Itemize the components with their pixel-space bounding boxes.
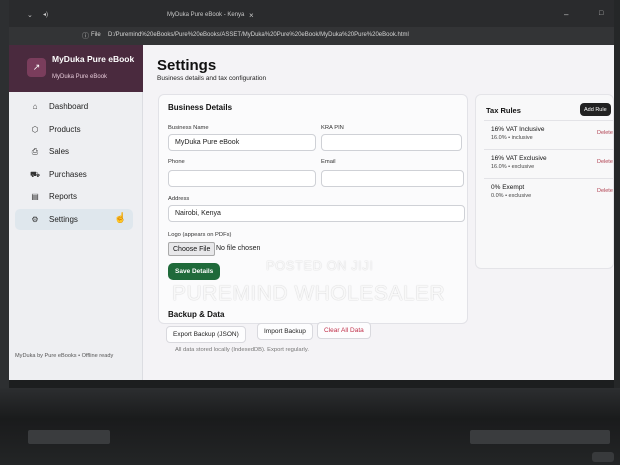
email-label: Email: [321, 159, 336, 165]
brand-header: ↗ MyDuka Pure eBook MyDuka Pure eBook: [9, 45, 143, 92]
watermark-line-1: POSTED ON JIJI: [266, 258, 374, 273]
backup-section-title: Backup & Data: [168, 310, 225, 319]
sidebar-item-reports[interactable]: ▤ Reports: [15, 186, 133, 207]
laptop-bezel-left: [0, 0, 9, 395]
mouse-pointer-icon: ☝: [114, 213, 127, 224]
address-bar[interactable]: ⓘ File D:/Puremind%20eBooks/Pure%20eBook…: [9, 27, 614, 45]
settings-icon: ⚙: [31, 215, 39, 224]
trend-up-icon: ↗: [27, 58, 46, 77]
laptop-badge: [592, 452, 614, 462]
sidebar-item-label: Products: [49, 125, 81, 134]
sidebar-item-label: Reports: [49, 192, 78, 201]
page-title: Settings: [157, 57, 217, 74]
sidebar-item-label: Dashboard: [49, 102, 89, 111]
business-name-field[interactable]: MyDuka Pure eBook: [168, 134, 316, 151]
file-status-text: No file chosen: [216, 245, 261, 252]
sidebar-item-products[interactable]: ⬡ Products: [15, 119, 133, 140]
address-url[interactable]: D:/Puremind%20eBooks/Pure%20eBooks/ASSET…: [108, 32, 409, 38]
sidebar-item-label: Settings: [49, 215, 78, 224]
tax-rule-name: 16% VAT Inclusive: [491, 126, 545, 133]
watermark-line-2: PUREMIND WHOLESALER: [172, 282, 446, 305]
truck-icon: ⛟: [29, 169, 41, 179]
add-rule-button[interactable]: Add Rule: [580, 103, 611, 116]
clear-data-button[interactable]: Clear All Data: [317, 322, 371, 339]
sidebar: ↗ MyDuka Pure eBook MyDuka Pure eBook ⌂ …: [9, 45, 143, 380]
brand-name: MyDuka Pure eBook: [52, 54, 135, 64]
browser-tab-title[interactable]: MyDuka Pure eBook - Kenya: [167, 12, 244, 18]
address-scheme-label: File: [91, 32, 101, 38]
bag-icon: ⎙: [31, 146, 39, 156]
business-name-label: Business Name: [168, 125, 209, 131]
address-field[interactable]: Nairobi, Kenya: [168, 205, 465, 222]
tax-rule-item: 16% VAT Inclusive 16.0% • inclusive Dele…: [484, 120, 614, 145]
minimize-icon[interactable]: –: [564, 10, 568, 19]
tax-rule-meta: 0.0% • exclusive: [491, 193, 532, 199]
sidebar-item-dashboard[interactable]: ⌂ Dashboard: [15, 96, 133, 117]
sidebar-item-label: Sales: [49, 147, 70, 156]
phone-label: Phone: [168, 159, 185, 165]
tax-rule-item: 16% VAT Exclusive 16.0% • exclusive Dele…: [484, 149, 614, 174]
laptop-deck: [0, 388, 620, 465]
import-backup-button[interactable]: Import Backup: [257, 323, 313, 340]
choose-file-button[interactable]: Choose File: [168, 242, 216, 256]
sidebar-item-label: Purchases: [49, 170, 87, 179]
info-icon[interactable]: ⓘ: [82, 31, 89, 41]
tax-rule-item: 0% Exempt 0.0% • exclusive Delete: [484, 178, 614, 203]
delete-rule-button[interactable]: Delete: [597, 159, 613, 165]
page-subtitle: Business details and tax configuration: [157, 75, 267, 82]
maximize-icon[interactable]: □: [599, 10, 603, 17]
delete-rule-button[interactable]: Delete: [597, 130, 613, 136]
laptop-hinge-left: [28, 430, 110, 444]
sidebar-footer: MyDuka by Pure eBooks • Offline ready: [15, 353, 114, 359]
delete-rule-button[interactable]: Delete: [597, 188, 613, 194]
sidebar-item-purchases[interactable]: ⛟ Purchases: [15, 164, 133, 185]
tax-rule-name: 0% Exempt: [491, 184, 525, 191]
tax-rule-meta: 16.0% • exclusive: [491, 164, 535, 170]
browser-titlebar: ⌄ ◂) MyDuka Pure eBook - Kenya × – □: [9, 0, 614, 27]
kra-pin-field[interactable]: [321, 134, 462, 151]
logo-label: Logo (appears on PDFs): [168, 232, 232, 238]
kra-pin-label: KRA PIN: [321, 125, 344, 131]
tab-audio-icon: ◂): [43, 12, 49, 18]
export-backup-button[interactable]: Export Backup (JSON): [166, 326, 246, 343]
laptop-hinge-right: [470, 430, 610, 444]
box-icon: ⬡: [31, 125, 39, 134]
report-icon: ▤: [31, 192, 39, 201]
save-details-button[interactable]: Save Details: [168, 263, 221, 280]
brand-subtitle: MyDuka Pure eBook: [52, 74, 108, 80]
email-field[interactable]: [321, 170, 464, 187]
backup-note: All data stored locally (IndexedDB). Exp…: [175, 347, 309, 353]
tab-list-icon[interactable]: ⌄: [27, 11, 33, 19]
card-title: Business Details: [168, 103, 233, 112]
address-label: Address: [168, 196, 190, 202]
home-icon: ⌂: [32, 102, 38, 111]
phone-field[interactable]: [168, 170, 316, 187]
laptop-bezel-right: [614, 0, 620, 395]
tax-rules-title: Tax Rules: [486, 106, 521, 115]
tax-rules-card: Tax Rules Add Rule 16% VAT Inclusive 16.…: [475, 94, 614, 269]
close-tab-icon[interactable]: ×: [249, 11, 254, 20]
tax-rule-meta: 16.0% • inclusive: [491, 135, 533, 141]
sidebar-item-sales[interactable]: ⎙ Sales: [15, 141, 133, 162]
laptop-screen: ⌄ ◂) MyDuka Pure eBook - Kenya × – □ ⓘ F…: [9, 0, 614, 380]
tax-rule-name: 16% VAT Exclusive: [491, 155, 547, 162]
